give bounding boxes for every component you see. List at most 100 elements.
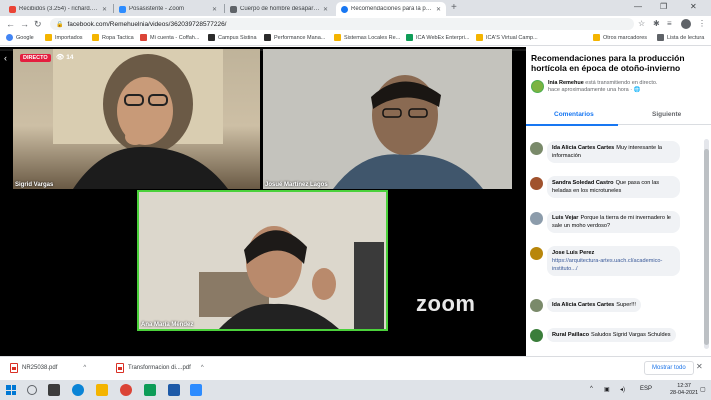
bookmark-folder[interactable]: Ropa Tactica [92, 34, 134, 41]
avatar[interactable] [530, 177, 543, 190]
folder-icon [476, 34, 483, 41]
bookmark-folder[interactable]: Importados [45, 34, 83, 41]
reload-icon[interactable]: ↻ [34, 18, 42, 30]
eye-icon: 👁 [56, 54, 65, 61]
bookmark-other[interactable]: Otros marcadores [593, 34, 647, 41]
close-tab-icon[interactable]: ✕ [212, 6, 217, 13]
new-tab-button[interactable]: + [451, 2, 457, 14]
language-indicator[interactable]: ESP [640, 386, 652, 392]
comment-author[interactable]: Ida Alicia Cartes Cartes [552, 302, 614, 308]
lock-icon[interactable]: 🔒 [56, 21, 63, 28]
tab-comments[interactable]: Comentarios [554, 111, 594, 118]
browser-tab-gmail[interactable]: Recibidos (3.254) - richard.gallar ✕ [4, 2, 112, 16]
chevron-up-icon[interactable]: ^ [201, 365, 204, 371]
avatar[interactable] [530, 329, 543, 342]
comment-author[interactable]: Ida Alicia Cartes Cartes [552, 145, 614, 151]
folder-icon [593, 34, 600, 41]
minimize-icon[interactable]: — [634, 2, 642, 11]
download-bar: NR25038.pdf ^ Transformacion di....pdf ^… [0, 356, 711, 380]
tab-title: Recibidos (3.254) - richard.gallar [19, 6, 99, 12]
back-icon[interactable]: ← [6, 18, 15, 30]
maximize-icon[interactable]: ❐ [660, 2, 667, 11]
comment-author[interactable]: Rural Paillaco [552, 332, 589, 338]
url-text: facebook.com/Remehuelnia/videos/36203972… [67, 20, 227, 28]
volume-icon[interactable]: ◂) [620, 386, 625, 393]
avatar[interactable] [530, 299, 543, 312]
browser-tab-facebook[interactable]: Recomendaciones para la produc ✕ [336, 2, 446, 16]
close-tab-icon[interactable]: ✕ [436, 6, 441, 13]
reading-list[interactable]: Lista de lectura [657, 34, 704, 41]
bookmark-folder[interactable]: ICA'S Virtual Camp... [476, 34, 538, 41]
page-name-link[interactable]: Inia Remehue [548, 80, 584, 86]
live-video-player[interactable]: Sigrid Vargas Josué Martínez Lagos Ana M… [0, 47, 526, 356]
bookmark-item[interactable]: ICA WebEx Enterpri... [406, 34, 469, 41]
close-tab-icon[interactable]: ✕ [102, 6, 107, 13]
bookmark-item[interactable]: Mi cuenta - Coffah... [140, 34, 199, 41]
menu-icon[interactable]: ⋮ [698, 19, 706, 29]
comment-item: Rural Paillaco Saludos Sigrid Vargas Schu… [530, 328, 676, 342]
back-arrow-icon[interactable]: ‹ [4, 53, 7, 63]
page-avatar[interactable] [531, 80, 544, 93]
bookmark-label: Sistemas Locales Re... [344, 34, 401, 41]
zoom-app-icon[interactable] [190, 384, 202, 396]
comment-item: Jose Luis Perez https://arquitectura-arte… [530, 246, 680, 276]
comment-author[interactable]: Sandra Soledad Castro [552, 180, 614, 186]
comment-item: Ida Alicia Cartes Cartes Super!!! [530, 298, 641, 312]
sidebar-tabs: Comentarios Siguiente [526, 105, 711, 125]
bookmark-label: Lista de lectura [667, 34, 705, 41]
chrome-icon[interactable] [120, 384, 132, 396]
system-clock[interactable]: 12:37 28-04-2021 [670, 383, 698, 397]
windows-start-icon[interactable] [6, 385, 16, 395]
avatar[interactable] [530, 247, 543, 260]
search-icon[interactable] [27, 385, 37, 395]
task-view-icon[interactable] [48, 384, 60, 396]
file-explorer-icon[interactable] [96, 384, 108, 396]
tab-title: Posasistente - Zoom [129, 6, 185, 12]
reading-list-icon[interactable]: ≡ [667, 19, 672, 29]
comment-author[interactable]: Jose Luis Perez [552, 250, 594, 256]
scrollbar-thumb[interactable] [704, 149, 709, 345]
folder-icon [334, 34, 341, 41]
clock-time: 12:37 [677, 383, 691, 389]
avatar[interactable] [530, 212, 543, 225]
bookmark-folder[interactable]: Sistemas Locales Re... [334, 34, 400, 41]
bookmark-item[interactable]: Campus Sistina [208, 34, 257, 41]
browser-tab-zoom[interactable]: Posasistente - Zoom ✕ [114, 2, 222, 16]
participant-video [263, 49, 512, 189]
forward-icon[interactable]: → [20, 18, 29, 30]
edge-icon[interactable] [72, 384, 84, 396]
tray-chevron-icon[interactable]: ^ [590, 386, 593, 392]
close-tab-icon[interactable]: ✕ [323, 6, 328, 13]
profile-avatar[interactable] [681, 19, 691, 29]
close-download-bar-icon[interactable]: ✕ [696, 362, 703, 371]
word-icon[interactable] [168, 384, 180, 396]
bookmark-label: Importados [55, 34, 83, 41]
tab-next[interactable]: Siguiente [652, 111, 681, 118]
bookmark-google[interactable]: Google [6, 34, 34, 41]
extensions-icon[interactable]: ✱ [653, 19, 660, 29]
bookmark-star-icon[interactable]: ☆ [638, 19, 645, 29]
site-icon [264, 34, 271, 41]
download-item[interactable]: NR25038.pdf ^ [10, 363, 86, 373]
comment-text: Super!!! [616, 302, 636, 308]
participant-name: Sigrid Vargas [15, 182, 54, 188]
excel-icon[interactable] [144, 384, 156, 396]
avatar[interactable] [530, 142, 543, 155]
viewer-count-value: 14 [66, 53, 74, 61]
comment-author[interactable]: Luis Vejar [552, 215, 578, 221]
participant-tile-ana: Ana María Méndez [137, 190, 388, 331]
notifications-icon[interactable]: ▢ [700, 386, 706, 393]
download-item[interactable]: Transformacion di....pdf ^ [116, 363, 204, 373]
close-window-icon[interactable]: ✕ [690, 2, 697, 11]
browser-tab-news[interactable]: Cuerpo de hombre desaparecido ✕ [225, 2, 333, 16]
address-bar[interactable]: 🔒 facebook.com/Remehuelnia/videos/362039… [50, 18, 634, 30]
bookmark-label: Ropa Tactica [102, 34, 134, 41]
network-icon[interactable]: ▣ [604, 386, 610, 393]
comment-link[interactable]: https://arquitectura-artes.uach.cl/acade… [552, 258, 662, 272]
chevron-up-icon[interactable]: ^ [83, 365, 86, 371]
participant-video [139, 192, 386, 329]
bookmark-item[interactable]: Performance Mana... [264, 34, 325, 41]
show-all-button[interactable]: Mostrar todo [644, 361, 694, 375]
facebook-icon [341, 5, 348, 13]
participant-name: Josué Martínez Lagos [265, 182, 328, 188]
